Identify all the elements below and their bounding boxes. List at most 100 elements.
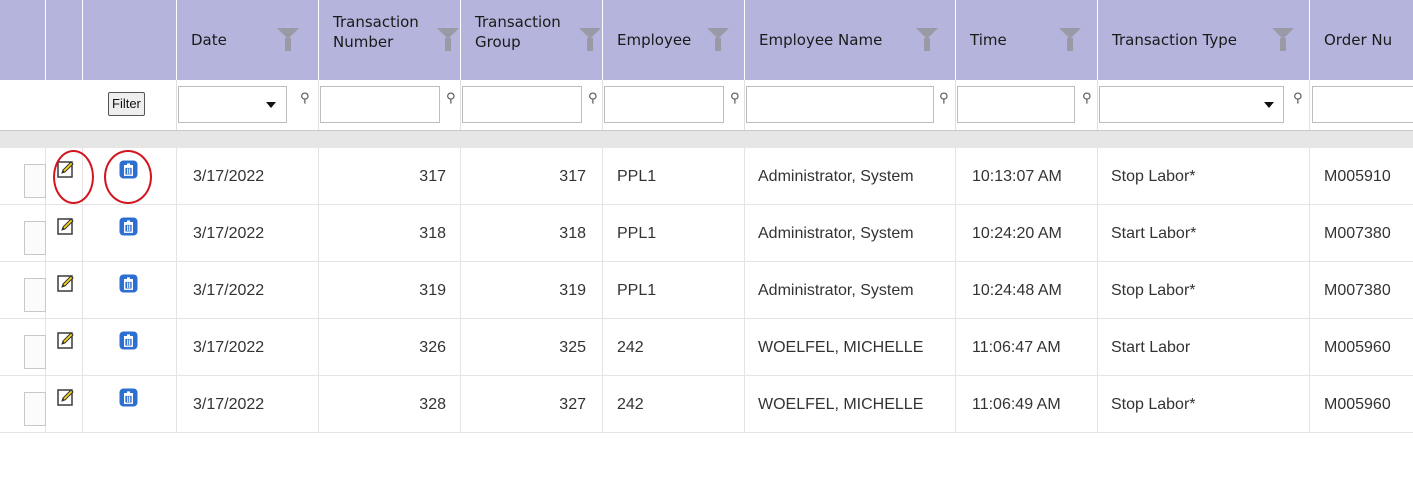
filter-pin-icon[interactable]: ⚲	[300, 91, 310, 106]
filter-time-input[interactable]	[957, 86, 1075, 123]
filter-order-number-cell	[1310, 80, 1413, 130]
cell-date: 3/17/2022	[177, 205, 319, 262]
time-value: 10:24:48 AM	[972, 282, 1062, 299]
header-time[interactable]: Time	[956, 0, 1098, 80]
row-delete-cell	[83, 262, 177, 319]
header-employee-name-label: Employee Name	[759, 31, 883, 49]
header-delete-col	[83, 0, 177, 80]
delete-icon[interactable]	[119, 388, 138, 407]
funnel-icon[interactable]	[1059, 28, 1081, 51]
table-row: 3/17/2022 326 325 242 WOELFEL, MICHELLE …	[0, 319, 1413, 376]
filter-pin-icon[interactable]: ⚲	[730, 91, 740, 106]
row-edit-cell	[46, 205, 83, 262]
header-order-number[interactable]: Order Nu	[1310, 0, 1413, 80]
funnel-icon[interactable]	[437, 28, 459, 51]
filter-date-select[interactable]	[178, 86, 287, 123]
header-employee[interactable]: Employee	[603, 0, 745, 80]
cell-order-number: M005960	[1310, 376, 1413, 433]
row-select-checkbox[interactable]	[24, 392, 46, 426]
edit-icon[interactable]	[57, 274, 75, 292]
row-select-checkbox[interactable]	[24, 278, 46, 312]
cell-order-number: M005910	[1310, 148, 1413, 205]
filter-transaction-group-input[interactable]	[462, 86, 582, 123]
employee-value: 242	[617, 396, 644, 413]
grid-spacer-band	[0, 131, 1413, 148]
cell-employee-name: WOELFEL, MICHELLE	[745, 376, 956, 433]
order-number-value: M005960	[1324, 339, 1391, 356]
employee-value: PPL1	[617, 282, 657, 299]
filter-pin-icon[interactable]: ⚲	[1082, 91, 1092, 106]
transaction-number-value: 328	[419, 396, 446, 413]
filter-pin-icon[interactable]: ⚲	[588, 91, 598, 106]
delete-icon[interactable]	[119, 331, 138, 350]
order-number-value: M007380	[1324, 282, 1391, 299]
row-select-checkbox[interactable]	[24, 164, 46, 198]
cell-employee-name: WOELFEL, MICHELLE	[745, 319, 956, 376]
transaction-group-value: 325	[559, 339, 586, 356]
cell-time: 11:06:49 AM	[956, 376, 1098, 433]
filter-order-number-input[interactable]	[1312, 86, 1413, 123]
filter-pin-icon[interactable]: ⚲	[1293, 91, 1303, 106]
date-value: 3/17/2022	[193, 168, 265, 185]
header-transaction-number-label: Transaction Number	[333, 13, 419, 51]
header-employee-label: Employee	[617, 31, 692, 49]
cell-time: 10:24:48 AM	[956, 262, 1098, 319]
funnel-icon[interactable]	[916, 28, 938, 51]
date-value: 3/17/2022	[193, 282, 265, 299]
delete-icon[interactable]	[119, 274, 138, 293]
filter-transaction-group-cell: ⚲	[461, 80, 603, 130]
date-value: 3/17/2022	[193, 339, 265, 356]
transaction-group-value: 317	[559, 168, 586, 185]
cell-employee: 242	[603, 376, 745, 433]
filter-transaction-type-cell: ⚲	[1098, 80, 1310, 130]
funnel-icon[interactable]	[707, 28, 729, 51]
cell-time: 10:24:20 AM	[956, 205, 1098, 262]
employee-name-value: Administrator, System	[758, 225, 914, 242]
header-employee-name[interactable]: Employee Name	[745, 0, 956, 80]
cell-transaction-number: 317	[319, 148, 461, 205]
filter-pin-icon[interactable]: ⚲	[939, 91, 949, 106]
row-select-cell	[0, 148, 46, 205]
cell-transaction-number: 328	[319, 376, 461, 433]
row-delete-cell	[83, 319, 177, 376]
row-select-checkbox[interactable]	[24, 335, 46, 369]
funnel-icon[interactable]	[277, 28, 299, 51]
transaction-number-value: 317	[419, 168, 446, 185]
date-value: 3/17/2022	[193, 225, 265, 242]
edit-icon[interactable]	[57, 331, 75, 349]
filter-pin-icon[interactable]: ⚲	[446, 91, 456, 106]
cell-transaction-type: Stop Labor*	[1098, 148, 1310, 205]
delete-icon[interactable]	[119, 217, 138, 236]
cell-transaction-type: Start Labor*	[1098, 205, 1310, 262]
edit-icon[interactable]	[57, 217, 75, 235]
row-select-checkbox[interactable]	[24, 221, 46, 255]
filter-row: Filter ⚲ ⚲ ⚲ ⚲ ⚲ ⚲ ⚲	[0, 80, 1413, 131]
header-transaction-group[interactable]: Transaction Group	[461, 0, 603, 80]
filter-employee-name-input[interactable]	[746, 86, 934, 123]
funnel-icon[interactable]	[1272, 28, 1294, 51]
header-transaction-type[interactable]: Transaction Type	[1098, 0, 1310, 80]
transaction-group-value: 327	[559, 396, 586, 413]
edit-icon[interactable]	[57, 388, 75, 406]
cell-transaction-group: 327	[461, 376, 603, 433]
cell-order-number: M005960	[1310, 319, 1413, 376]
filter-transaction-number-cell: ⚲	[319, 80, 461, 130]
transaction-group-value: 319	[559, 282, 586, 299]
funnel-icon[interactable]	[579, 28, 601, 51]
filter-transaction-number-input[interactable]	[320, 86, 440, 123]
transaction-group-value: 318	[559, 225, 586, 242]
transactions-grid: Date Transaction Number Transaction Grou…	[0, 0, 1413, 497]
highlight-circle-delete	[104, 150, 152, 204]
transaction-type-value: Start Labor*	[1111, 225, 1197, 242]
filter-time-cell: ⚲	[956, 80, 1098, 130]
filter-transaction-type-select[interactable]	[1099, 86, 1284, 123]
filter-employee-input[interactable]	[604, 86, 724, 123]
cell-employee: PPL1	[603, 148, 745, 205]
cell-order-number: M007380	[1310, 262, 1413, 319]
header-date[interactable]: Date	[177, 0, 319, 80]
filter-button[interactable]: Filter	[108, 92, 145, 116]
header-transaction-number[interactable]: Transaction Number	[319, 0, 461, 80]
filter-spacer	[0, 80, 83, 130]
transaction-number-value: 318	[419, 225, 446, 242]
table-row: 3/17/2022 328 327 242 WOELFEL, MICHELLE …	[0, 376, 1413, 433]
